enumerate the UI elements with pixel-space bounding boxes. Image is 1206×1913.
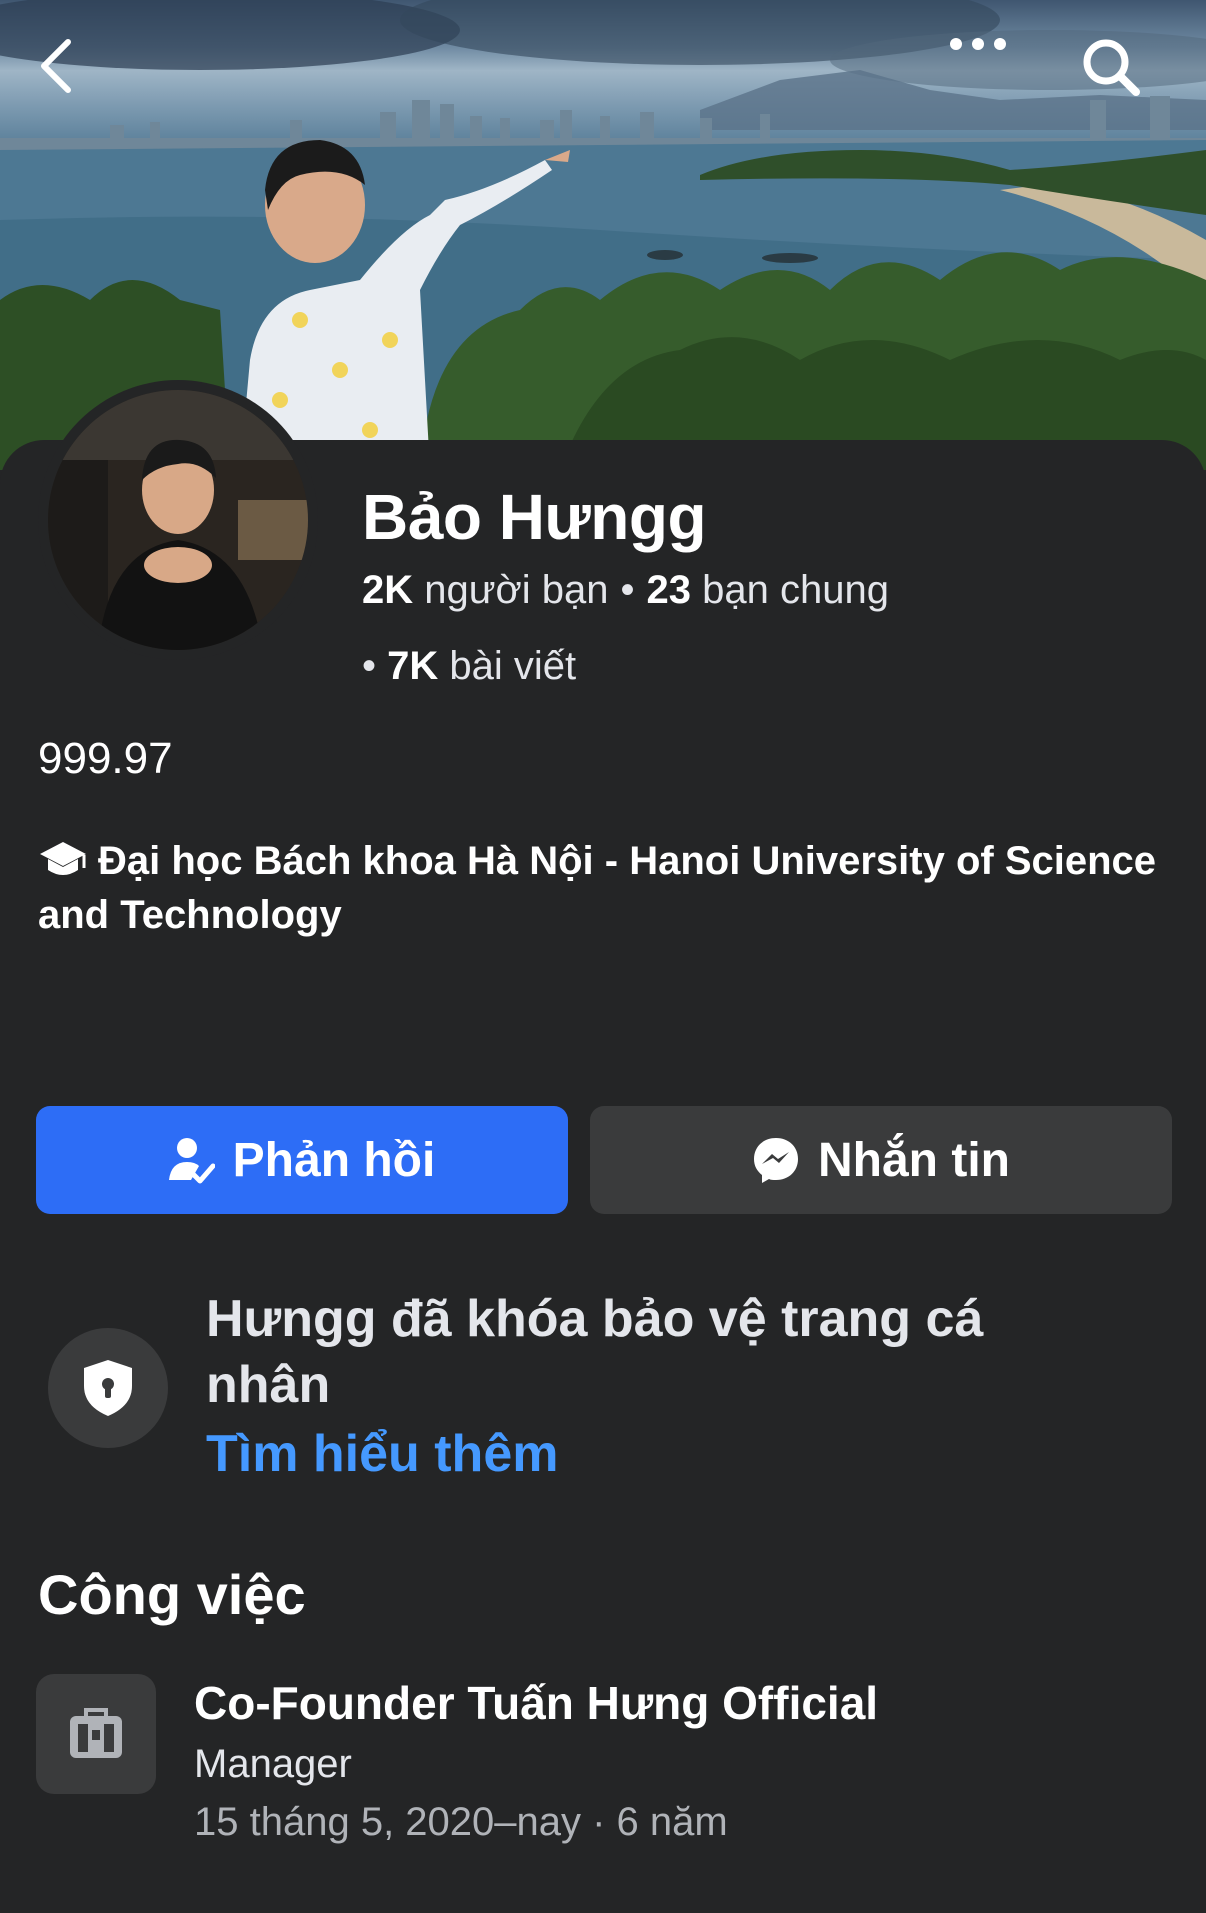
person-check-icon	[168, 1138, 215, 1184]
education-info[interactable]: Đại học Bách khoa Hà Nội - Hanoi Univers…	[38, 834, 1158, 942]
posts-count: 7K	[387, 644, 439, 688]
briefcase-icon	[70, 1708, 122, 1758]
posts-stats: • 7K bài viết	[362, 644, 576, 689]
back-button[interactable]	[36, 36, 108, 108]
friends-label[interactable]: người bạn	[424, 568, 608, 612]
avatar-photo	[48, 390, 308, 650]
posts-label: bài viết	[449, 644, 577, 688]
posts-separator: •	[362, 644, 377, 688]
work-title[interactable]: Co-Founder Tuấn Hưng Official	[194, 1676, 878, 1730]
message-button[interactable]: Nhắn tin	[590, 1106, 1172, 1214]
profile-lock-badge	[48, 1328, 168, 1448]
respond-button[interactable]: Phản hồi	[36, 1106, 568, 1214]
avatar[interactable]	[38, 380, 318, 660]
profile-bio: 999.97	[38, 734, 173, 783]
search-icon	[1083, 39, 1140, 96]
work-icon-box	[36, 1674, 156, 1794]
friends-count: 2K	[362, 568, 414, 612]
respond-label: Phản hồi	[232, 1133, 436, 1187]
separator-dot: •	[620, 568, 635, 612]
graduation-cap-icon	[40, 842, 86, 875]
friends-stats: 2K người bạn • 23 bạn chung	[362, 568, 889, 613]
profile-lock-text: Hưngg đã khóa bảo vệ trang cá nhân	[206, 1290, 984, 1414]
work-dates: 15 tháng 5, 2020–nay · 6 năm	[194, 1800, 728, 1844]
shield-lock-icon	[84, 1360, 132, 1416]
mutual-count: 23	[646, 568, 692, 612]
more-horizontal-icon	[950, 38, 1006, 50]
message-label: Nhắn tin	[818, 1133, 1010, 1187]
search-button[interactable]	[1080, 36, 1152, 108]
messenger-icon	[754, 1138, 798, 1183]
mutual-label[interactable]: bạn chung	[702, 568, 889, 612]
work-section-title: Công việc	[38, 1563, 306, 1626]
work-role: Manager	[194, 1742, 352, 1786]
profile-name: Bảo Hưngg	[362, 481, 707, 553]
education-text: Đại học Bách khoa Hà Nội - Hanoi Univers…	[38, 839, 1157, 937]
more-options-button[interactable]	[948, 36, 1020, 108]
learn-more-link[interactable]: Tìm hiểu thêm	[206, 1424, 558, 1484]
chevron-left-icon	[41, 39, 71, 93]
